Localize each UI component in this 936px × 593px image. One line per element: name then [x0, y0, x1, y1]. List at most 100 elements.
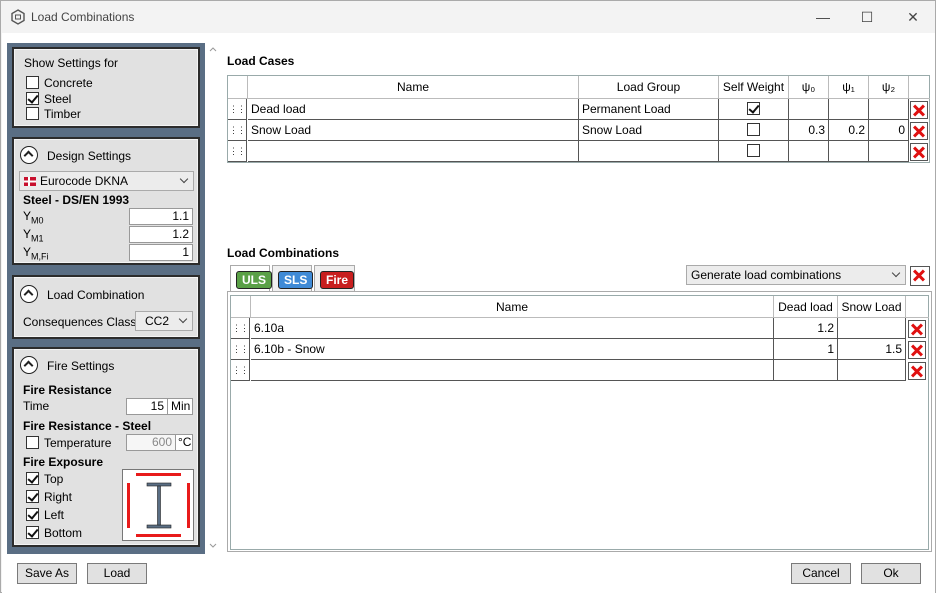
- delete-row-icon[interactable]: [910, 143, 928, 161]
- delete-row-icon[interactable]: [908, 362, 926, 380]
- lc-group-cell[interactable]: Permanent Load: [579, 99, 719, 120]
- tab-sls[interactable]: SLS: [272, 265, 314, 291]
- header-name[interactable]: Name: [248, 76, 579, 99]
- temperature-input[interactable]: 600: [126, 434, 176, 451]
- time-input[interactable]: 15: [126, 398, 168, 415]
- lc-name-cell[interactable]: Dead load: [248, 99, 579, 120]
- combo-snow-cell[interactable]: 1.5: [838, 339, 906, 360]
- minimize-button[interactable]: —: [811, 6, 835, 28]
- gamma-m0-input[interactable]: 1.1: [129, 208, 193, 225]
- lc-name-cell[interactable]: Snow Load: [248, 120, 579, 141]
- delete-row-icon[interactable]: [908, 320, 926, 338]
- design-settings-title: Design Settings: [47, 149, 132, 163]
- load-button[interactable]: Load: [87, 563, 147, 584]
- combo-snow-cell[interactable]: [838, 360, 906, 381]
- exposure-bottom-checkbox[interactable]: [26, 526, 39, 539]
- show-settings-title: Show Settings for: [24, 56, 119, 70]
- header-load-group[interactable]: Load Group: [579, 76, 719, 99]
- fire-resistance-heading: Fire Resistance: [23, 383, 112, 397]
- delete-row-icon[interactable]: [908, 341, 926, 359]
- scroll-down-icon[interactable]: [209, 543, 217, 549]
- denmark-flag-icon: [24, 177, 36, 186]
- row-drag-handle-icon[interactable]: ⋮⋮: [228, 141, 247, 162]
- combo-dead-cell[interactable]: [774, 360, 838, 381]
- lc-psi1-cell[interactable]: 0.2: [829, 120, 869, 141]
- header-handle: [228, 76, 248, 99]
- maximize-button[interactable]: ☐: [855, 6, 879, 28]
- row-drag-handle-icon[interactable]: ⋮⋮: [231, 360, 250, 381]
- lc-name-cell[interactable]: [248, 141, 579, 162]
- window-title: Load Combinations: [31, 10, 135, 24]
- collapse-loadcombo-icon[interactable]: [20, 285, 38, 303]
- tab-fire[interactable]: Fire: [314, 265, 355, 291]
- steel-checkbox[interactable]: [26, 92, 39, 105]
- scroll-up-icon[interactable]: [209, 46, 217, 52]
- load-combinations-title: Load Combinations: [227, 246, 339, 260]
- timber-checkbox[interactable]: [26, 107, 39, 120]
- lc-group-cell[interactable]: [579, 141, 719, 162]
- consequences-class-value: CC2: [145, 314, 170, 328]
- header-psi1[interactable]: ψ₁: [829, 76, 869, 99]
- combo-name-cell[interactable]: [251, 360, 774, 381]
- lc-psi0-cell[interactable]: [789, 141, 829, 162]
- temperature-checkbox[interactable]: [26, 436, 39, 449]
- gamma-m1-input[interactable]: 1.2: [129, 226, 193, 243]
- save-as-button[interactable]: Save As: [17, 563, 77, 584]
- design-code-value: Eurocode DKNA: [40, 174, 129, 188]
- lc-psi0-cell[interactable]: [789, 99, 829, 120]
- lc-psi2-cell[interactable]: [869, 141, 909, 162]
- row-drag-handle-icon[interactable]: ⋮⋮: [231, 318, 250, 339]
- header-delete: [909, 76, 930, 99]
- tab-uls[interactable]: ULS: [230, 265, 272, 292]
- header-combo-name[interactable]: Name: [251, 296, 774, 318]
- design-code-select[interactable]: Eurocode DKNA: [19, 171, 194, 191]
- app-logo-icon: [11, 9, 25, 25]
- header-self-weight[interactable]: Self Weight: [719, 76, 789, 99]
- load-combinations-window: Load Combinations — ☐ ✕ Show Settings fo…: [0, 0, 936, 593]
- collapse-design-icon[interactable]: [20, 146, 38, 164]
- chevron-down-icon: [179, 174, 189, 184]
- row-drag-handle-icon[interactable]: ⋮⋮: [228, 120, 247, 141]
- lc-group-cell[interactable]: Snow Load: [579, 120, 719, 141]
- consequences-class-select[interactable]: CC2: [135, 311, 193, 331]
- exposure-top-checkbox[interactable]: [26, 472, 39, 485]
- generate-combinations-select[interactable]: Generate load combinations: [686, 265, 906, 285]
- combo-snow-cell[interactable]: [838, 318, 906, 339]
- exposure-left-checkbox[interactable]: [26, 508, 39, 521]
- load-cases-title: Load Cases: [227, 54, 295, 68]
- exposure-right-checkbox[interactable]: [26, 490, 39, 503]
- self-weight-checkbox[interactable]: [747, 123, 760, 136]
- combo-dead-cell[interactable]: 1: [774, 339, 838, 360]
- fire-tab-label: Fire: [320, 271, 355, 289]
- combo-name-cell[interactable]: 6.10a: [251, 318, 774, 339]
- header-snow-load[interactable]: Snow Load: [838, 296, 906, 318]
- delete-row-icon[interactable]: [910, 122, 928, 140]
- lc-psi2-cell[interactable]: 0: [869, 120, 909, 141]
- header-psi2[interactable]: ψ₂: [869, 76, 909, 99]
- delete-all-combinations-icon[interactable]: [910, 266, 930, 286]
- header-dead-load[interactable]: Dead load: [774, 296, 838, 318]
- load-cases-grid: Name Load Group Self Weight ψ₀ ψ₁ ψ₂ ⋮⋮ …: [227, 75, 930, 163]
- self-weight-checkbox[interactable]: [747, 144, 760, 157]
- lc-psi1-cell[interactable]: [829, 99, 869, 120]
- concrete-checkbox[interactable]: [26, 76, 39, 89]
- row-drag-handle-icon[interactable]: ⋮⋮: [231, 339, 250, 360]
- fire-exposure-section-icon: [122, 469, 194, 541]
- row-drag-handle-icon[interactable]: ⋮⋮: [228, 99, 247, 120]
- fire-exposure-heading: Fire Exposure: [23, 455, 104, 469]
- lc-psi1-cell[interactable]: [829, 141, 869, 162]
- ok-button[interactable]: Ok: [861, 563, 921, 584]
- fire-settings-title: Fire Settings: [47, 359, 115, 373]
- combo-dead-cell[interactable]: 1.2: [774, 318, 838, 339]
- settings-scrollbar[interactable]: [206, 43, 220, 554]
- combo-name-cell[interactable]: 6.10b - Snow: [251, 339, 774, 360]
- close-window-button[interactable]: ✕: [901, 6, 925, 28]
- delete-row-icon[interactable]: [910, 101, 928, 119]
- collapse-fire-icon[interactable]: [20, 356, 38, 374]
- lc-psi0-cell[interactable]: 0.3: [789, 120, 829, 141]
- cancel-button[interactable]: Cancel: [791, 563, 851, 584]
- self-weight-checkbox[interactable]: [747, 102, 760, 115]
- lc-psi2-cell[interactable]: [869, 99, 909, 120]
- header-psi0[interactable]: ψ₀: [789, 76, 829, 99]
- gamma-mfi-input[interactable]: 1: [129, 244, 193, 261]
